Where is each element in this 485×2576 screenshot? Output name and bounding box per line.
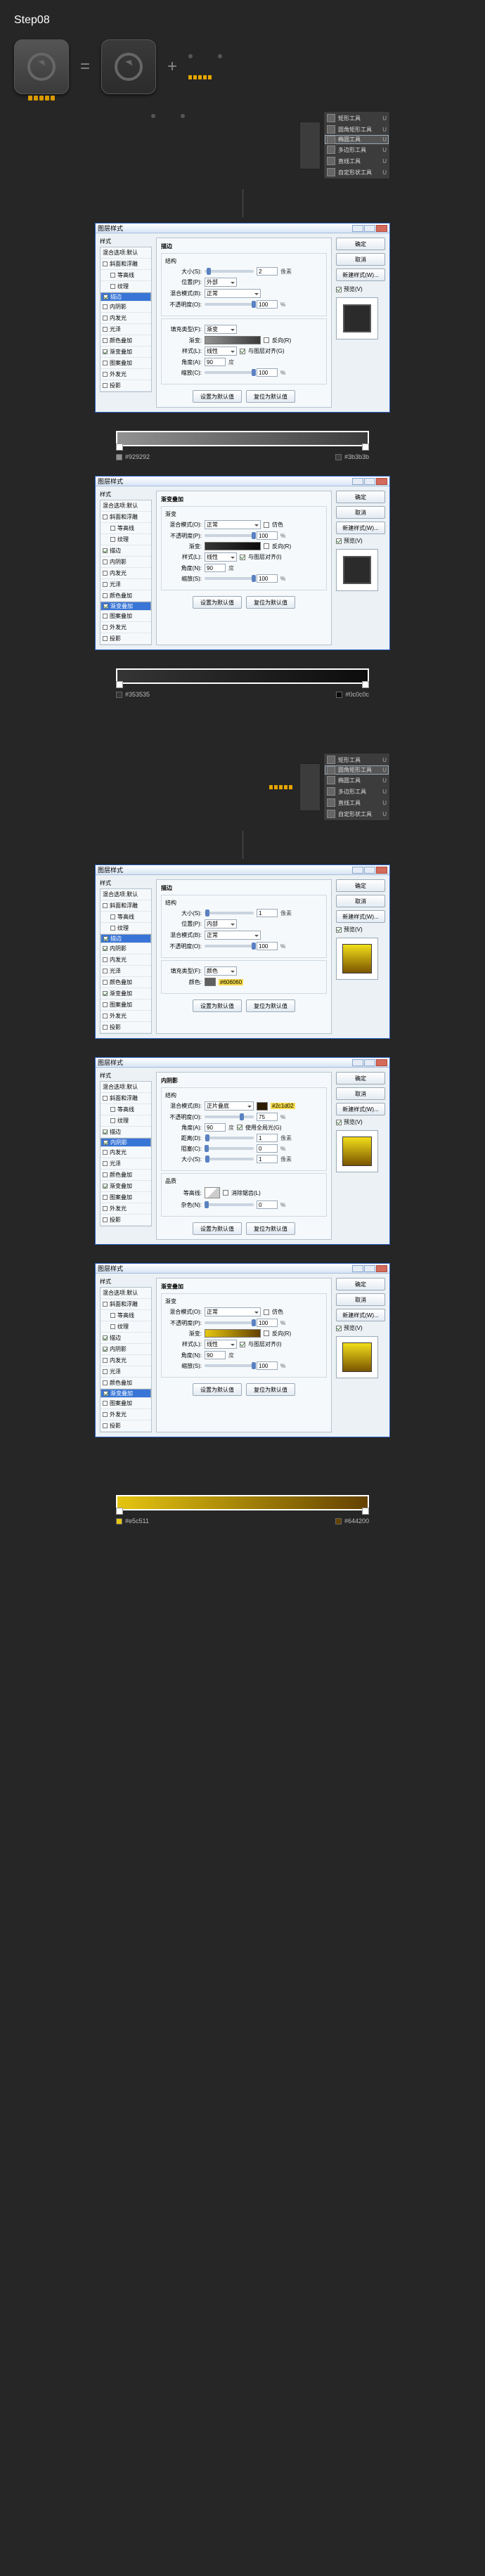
tool-palette-2[interactable] <box>299 763 321 811</box>
shape-tool-flyout-wrap: 矩形工具U 圆角矩形工具U 椭圆工具U 多边形工具U 直线工具U 自定形状工具U <box>299 111 390 179</box>
tool-palette[interactable] <box>299 122 321 169</box>
shadow-color-chip[interactable] <box>257 1102 268 1111</box>
polygon-tool-icon <box>327 145 335 154</box>
custom-shape-tool-icon <box>327 168 335 176</box>
blend-select[interactable]: 正常 <box>205 289 261 298</box>
opacity-input[interactable]: 100 <box>257 300 278 309</box>
gradstyle-select[interactable]: 线性 <box>205 347 237 356</box>
win-min[interactable] <box>352 225 363 232</box>
scale-input[interactable]: 100 <box>257 368 278 377</box>
orange-bar <box>188 75 222 79</box>
dialog-title: 图层样式 <box>98 224 123 233</box>
new-style-button[interactable]: 新建样式(W)... <box>336 268 385 281</box>
gradient-bar-2 <box>116 668 369 684</box>
stroke-color-chip[interactable] <box>205 978 216 986</box>
refresh-arrow-icon <box>27 53 56 81</box>
win-close[interactable] <box>376 225 387 232</box>
swatch-g3b: #644200 <box>335 1517 369 1525</box>
swatch-g1b: #3b3b3b <box>335 453 369 460</box>
cancel-button[interactable]: 取消 <box>336 253 385 266</box>
preview-thumbnail <box>336 297 378 339</box>
stroke-panel: 描边 结构 大小(S):2像素 位置(P):外部 混合模式(B):正常 不透明度… <box>156 238 332 408</box>
equals-symbol: = <box>80 57 90 77</box>
layer-style-dialog-stroke2: 图层样式 样式 混合选项:默认 斜面和浮雕 等高线 纹理 描边 内阴影 内发光 … <box>95 865 390 1039</box>
shape-tool-flyout[interactable]: 矩形工具U 圆角矩形工具U 椭圆工具U 多边形工具U 直线工具U 自定形状工具U <box>323 111 390 179</box>
win-max[interactable] <box>364 225 375 232</box>
hex-annotation: #606060 <box>219 979 243 985</box>
shape-tool-flyout-2[interactable]: 矩形工具U 圆角矩形工具U 椭圆工具U 多边形工具U 直线工具U 自定形状工具U <box>323 753 390 821</box>
gradient-bar-3 <box>116 1495 369 1510</box>
scale-slider[interactable] <box>205 371 254 374</box>
line-tool-icon <box>327 157 335 165</box>
style-list: 样式 混合选项:默认 斜面和浮雕 等高线 纹理 描边 内阴影 内发光 光泽 颜色… <box>100 238 152 408</box>
rectangle-tool-icon <box>327 114 335 122</box>
rivets-top <box>188 54 222 58</box>
make-default-button[interactable]: 设置为默认值 <box>193 390 242 403</box>
layer-style-dialog-stroke: 图层样式 样式 混合选项:默认 斜面和浮雕 等高线 纹理 描边 内阴影 内发光 … <box>95 223 390 413</box>
align-checkbox[interactable] <box>240 349 245 354</box>
opacity-slider[interactable] <box>205 303 254 306</box>
preview-checkbox[interactable] <box>336 287 342 292</box>
gradient-picker[interactable] <box>205 336 261 344</box>
reverse-checkbox[interactable] <box>264 337 269 343</box>
layer-style-dialog-gradoverlay: 图层样式 样式 混合选项:默认 斜面和浮雕 等高线 纹理 描边 内阴影 内发光 … <box>95 476 390 650</box>
gradient-bar-1 <box>116 431 369 446</box>
refresh-arrow-icon <box>115 53 143 81</box>
swatch-g2a: #353535 <box>116 691 150 698</box>
position-select[interactable]: 外部 <box>205 278 237 287</box>
contour-picker[interactable] <box>205 1187 220 1198</box>
ellipse-tool-icon <box>327 136 335 144</box>
layer-style-dialog-innershadow: 图层样式 样式 混合选项:默认 斜面和浮雕 等高线 纹理 描边 内阴影 内发光 … <box>95 1057 390 1245</box>
orange-bar-2 <box>269 785 292 789</box>
swatch-g1a: #929292 <box>116 453 150 460</box>
swatch-g2b: #0c0c0c <box>336 691 369 698</box>
angle-input[interactable]: 90 <box>205 358 226 366</box>
size-slider[interactable] <box>205 270 254 273</box>
size-input[interactable]: 2 <box>257 267 278 276</box>
ok-button[interactable]: 确定 <box>336 238 385 250</box>
result-icon <box>14 39 69 94</box>
equation-row: = + <box>14 39 471 94</box>
layer-style-dialog-gradoverlay-yellow: 图层样式 样式 混合选项:默认 斜面和浮雕 等高线 纹理 描边 内阴影 内发光 … <box>95 1263 390 1437</box>
base-icon <box>101 39 156 94</box>
step-heading: Step08 <box>14 14 471 27</box>
swatch-g3a: #e5c511 <box>116 1517 149 1525</box>
plus-symbol: + <box>167 57 177 77</box>
filltype-select[interactable]: 渐变 <box>205 325 237 334</box>
rounded-rect-tool-icon <box>327 125 335 134</box>
reset-default-button[interactable]: 复位为默认值 <box>246 390 295 403</box>
